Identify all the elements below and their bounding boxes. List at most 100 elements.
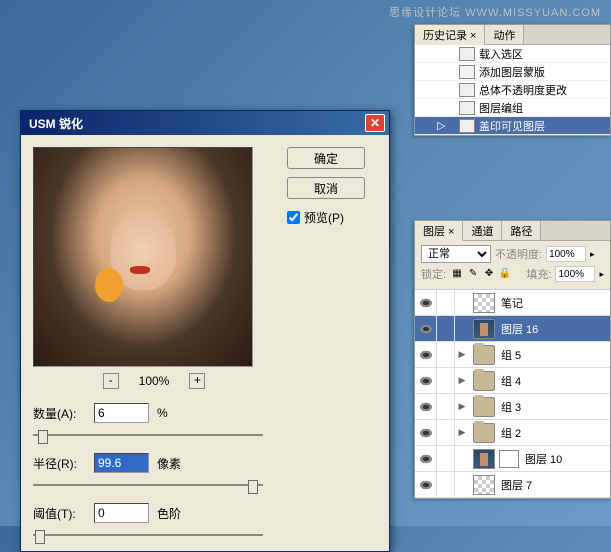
expand-arrow-icon[interactable]: ▶	[455, 427, 469, 438]
history-item[interactable]: 添加图层蒙版	[415, 63, 610, 81]
visibility-toggle[interactable]	[415, 394, 437, 419]
tab-paths[interactable]: 路径	[502, 221, 541, 240]
history-item[interactable]: 载入选区	[415, 45, 610, 63]
radius-input[interactable]	[94, 453, 149, 473]
ok-button[interactable]: 确定	[287, 147, 365, 169]
eye-icon	[419, 298, 433, 308]
layer-name: 图层 7	[499, 477, 610, 493]
history-item-label: 盖印可见图层	[479, 118, 545, 134]
link-cell[interactable]	[437, 342, 455, 367]
eye-icon	[419, 454, 433, 464]
visibility-toggle[interactable]	[415, 420, 437, 445]
usm-dialog: USM 锐化 ✕ - 100% + 数量(A): %	[20, 110, 390, 552]
expand-arrow-icon[interactable]: ▶	[455, 401, 469, 412]
layers-list: 笔记图层 16▶组 5▶组 4▶组 3▶组 2图层 10图层 7	[415, 290, 610, 498]
history-item[interactable]: ▷盖印可见图层	[415, 117, 610, 135]
layer-mask-thumb[interactable]	[499, 450, 519, 468]
lock-move-icon[interactable]: ✥	[482, 267, 496, 281]
layer-thumbnail[interactable]	[473, 293, 495, 313]
amount-unit: %	[157, 406, 168, 420]
fill-label: 填充:	[526, 266, 551, 282]
radius-slider[interactable]	[33, 481, 263, 489]
close-icon[interactable]: ✕	[365, 114, 385, 132]
layer-row[interactable]: ▶ 组 5	[415, 342, 610, 368]
lock-label: 锁定:	[421, 266, 446, 282]
visibility-toggle[interactable]	[415, 446, 437, 471]
dialog-titlebar[interactable]: USM 锐化 ✕	[21, 111, 389, 135]
history-tabs: 历史记录 × 动作	[415, 25, 610, 45]
eye-icon	[419, 350, 433, 360]
layer-thumbnail[interactable]	[473, 397, 495, 417]
eye-icon	[419, 376, 433, 386]
layer-row[interactable]: 图层 16	[415, 316, 610, 342]
zoom-level: 100%	[139, 374, 170, 388]
amount-label: 数量(A):	[33, 405, 88, 422]
visibility-toggle[interactable]	[415, 290, 437, 315]
link-cell[interactable]	[437, 368, 455, 393]
history-step-icon	[459, 47, 475, 61]
visibility-toggle[interactable]	[415, 316, 437, 341]
tab-channels[interactable]: 通道	[463, 221, 502, 240]
preview-image[interactable]	[33, 147, 253, 367]
threshold-unit: 色阶	[157, 505, 181, 522]
history-list: 载入选区 添加图层蒙版 总体不透明度更改 图层编组 ▷盖印可见图层	[415, 45, 610, 135]
lock-paint-icon[interactable]: ✎	[466, 267, 480, 281]
history-step-icon	[459, 83, 475, 97]
opacity-input[interactable]	[546, 246, 586, 262]
link-cell[interactable]	[437, 394, 455, 419]
link-cell[interactable]	[437, 472, 455, 497]
layer-name: 组 5	[499, 347, 610, 363]
history-item-label: 添加图层蒙版	[479, 64, 545, 80]
layer-name: 组 2	[499, 425, 610, 441]
fill-input[interactable]	[555, 266, 595, 282]
layer-thumbnail[interactable]	[473, 449, 495, 469]
link-cell[interactable]	[437, 446, 455, 471]
zoom-in-button[interactable]: +	[189, 373, 205, 389]
link-cell[interactable]	[437, 290, 455, 315]
eye-icon	[419, 428, 433, 438]
layer-row[interactable]: ▶ 组 3	[415, 394, 610, 420]
tab-actions[interactable]: 动作	[485, 25, 524, 44]
layer-thumbnail[interactable]	[473, 345, 495, 365]
lock-all-icon[interactable]: 🔒	[498, 267, 512, 281]
preview-label: 预览(P)	[304, 209, 344, 226]
cancel-button[interactable]: 取消	[287, 177, 365, 199]
layers-panel: 图层 × 通道 路径 正常 不透明度: ▸ 锁定: ▦ ✎ ✥ 🔒 填充: ▸ …	[414, 220, 611, 499]
layer-thumbnail[interactable]	[473, 319, 495, 339]
visibility-toggle[interactable]	[415, 342, 437, 367]
link-cell[interactable]	[437, 420, 455, 445]
chevron-right-icon[interactable]: ▸	[599, 269, 604, 280]
amount-input[interactable]	[94, 403, 149, 423]
amount-slider[interactable]	[33, 431, 263, 439]
threshold-input[interactable]	[94, 503, 149, 523]
blend-mode-select[interactable]: 正常	[421, 245, 491, 263]
history-item-label: 总体不透明度更改	[479, 82, 567, 98]
link-cell[interactable]	[437, 316, 455, 341]
layer-row[interactable]: 笔记	[415, 290, 610, 316]
expand-arrow-icon[interactable]: ▶	[455, 349, 469, 360]
zoom-out-button[interactable]: -	[103, 373, 119, 389]
watermark-text: 思缘设计论坛 WWW.MISSYUAN.COM	[389, 4, 601, 20]
layer-row[interactable]: 图层 10	[415, 446, 610, 472]
layer-thumbnail[interactable]	[473, 475, 495, 495]
layer-row[interactable]: ▶ 组 2	[415, 420, 610, 446]
chevron-right-icon[interactable]: ▸	[590, 249, 595, 260]
threshold-slider[interactable]	[33, 531, 263, 539]
tab-layers[interactable]: 图层 ×	[415, 221, 463, 241]
layer-name: 组 3	[499, 399, 610, 415]
visibility-toggle[interactable]	[415, 472, 437, 497]
preview-checkbox[interactable]	[287, 211, 300, 224]
threshold-label: 阈值(T):	[33, 505, 88, 522]
radius-label: 半径(R):	[33, 455, 88, 472]
tab-history[interactable]: 历史记录 ×	[415, 25, 485, 45]
lock-transparency-icon[interactable]: ▦	[450, 267, 464, 281]
layer-name: 图层 16	[499, 321, 610, 337]
layer-thumbnail[interactable]	[473, 371, 495, 391]
layer-row[interactable]: ▶组 4	[415, 368, 610, 394]
history-item[interactable]: 图层编组	[415, 99, 610, 117]
visibility-toggle[interactable]	[415, 368, 437, 393]
expand-arrow-icon[interactable]: ▶	[455, 375, 469, 386]
layer-row[interactable]: 图层 7	[415, 472, 610, 498]
history-item[interactable]: 总体不透明度更改	[415, 81, 610, 99]
layer-thumbnail[interactable]	[473, 423, 495, 443]
